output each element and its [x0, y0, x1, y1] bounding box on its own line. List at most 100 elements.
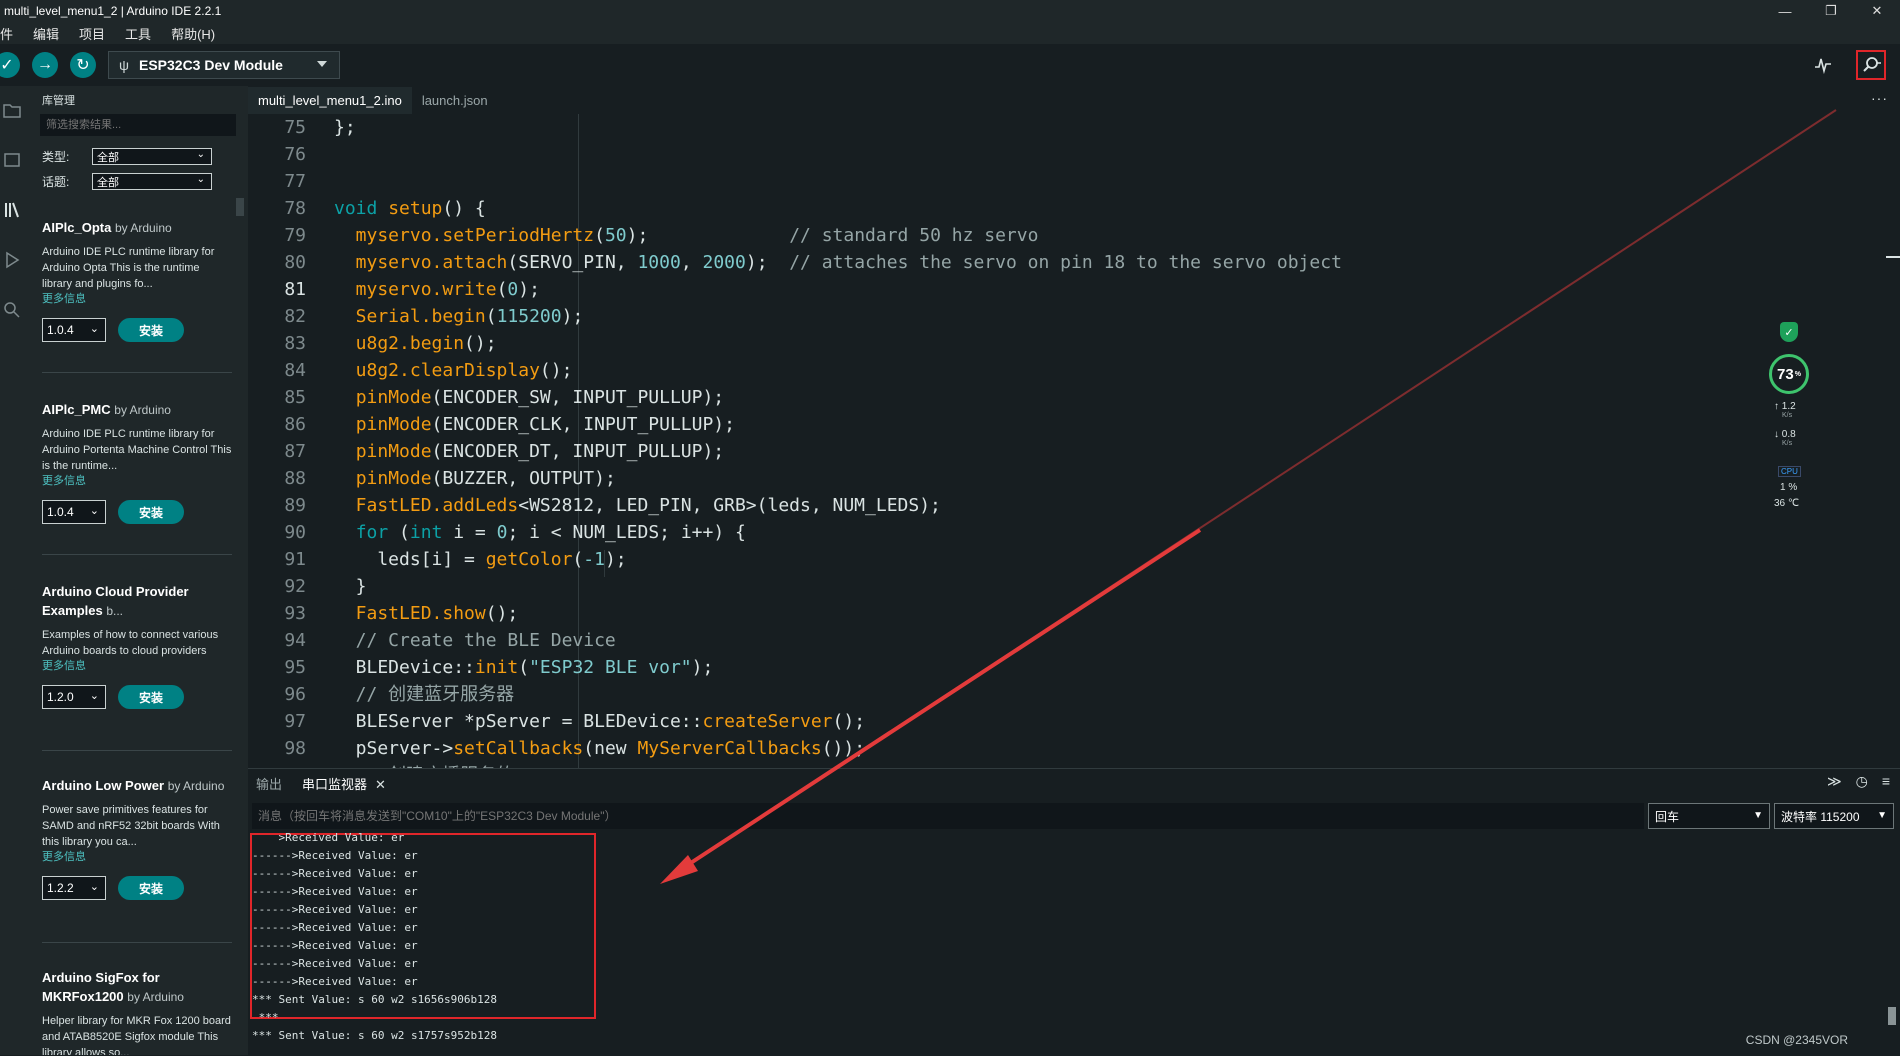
- library-manager-icon[interactable]: [2, 200, 22, 220]
- library-manager-panel: 库管理 类型: 全部 ⌄ 话题: 全部 ⌄ AIPlc_Opta by Arduin…: [28, 86, 248, 1055]
- serial-output: >Received Value: er ------>Received Value…: [248, 831, 1900, 1056]
- library-description: Examples of how to connect various Ardui…: [42, 629, 219, 657]
- serial-message-input[interactable]: [252, 803, 1644, 829]
- close-button[interactable]: ✕: [1854, 0, 1900, 22]
- upload-button[interactable]: →: [32, 52, 58, 78]
- serial-line: ------>Received Value: er: [252, 849, 418, 862]
- verify-button[interactable]: ✓: [0, 52, 20, 78]
- debug-button[interactable]: ↻: [70, 52, 96, 78]
- version-select[interactable]: 1.0.4 ⌄: [42, 500, 106, 524]
- tab-multi-level-menu[interactable]: multi_level_menu1_2.ino: [248, 86, 412, 114]
- more-info-link[interactable]: 更多信息: [42, 850, 232, 864]
- line-number: 87: [284, 441, 306, 462]
- debug-run-icon[interactable]: [2, 250, 22, 270]
- install-button[interactable]: 安装: [118, 876, 184, 900]
- code-token: BLEDevice::: [334, 657, 475, 678]
- code-token: ();: [464, 333, 497, 354]
- more-info-link[interactable]: 更多信息: [42, 292, 232, 306]
- library-description: Helper library for MKR Fox 1200 board an…: [42, 1015, 231, 1055]
- code-token: 0: [496, 522, 508, 543]
- tab-serial-monitor[interactable]: 串口监视器 ✕: [302, 774, 386, 793]
- type-select[interactable]: 全部 ⌄: [92, 148, 212, 165]
- menu-sketch[interactable]: 项目: [79, 24, 113, 43]
- caret-down-icon: ▼: [1877, 810, 1887, 821]
- library-item: AIPlc_Opta by Arduino Arduino IDE PLC ru…: [42, 218, 232, 342]
- menu-tools[interactable]: 工具: [125, 24, 159, 43]
- topic-select[interactable]: 全部 ⌄: [92, 173, 212, 190]
- library-name: AIPlc_PMC by Arduino: [42, 402, 171, 417]
- code-token: };: [334, 117, 356, 138]
- serial-line: ------>Received Value: er: [252, 867, 418, 880]
- install-button[interactable]: 安装: [118, 500, 184, 524]
- maximize-button[interactable]: ❐: [1808, 0, 1854, 22]
- code-text: pinMode(ENCODER_DT, INPUT_PULLUP);: [334, 438, 724, 465]
- type-label: 类型:: [42, 150, 70, 164]
- code-token: ());: [821, 738, 866, 759]
- version-select[interactable]: 1.0.4 ⌄: [42, 318, 106, 342]
- tab-output[interactable]: 输出: [256, 774, 282, 793]
- code-token: 115200: [496, 306, 562, 327]
- code-text: BLEDevice::init("ESP32 BLE vor");: [334, 654, 714, 681]
- code-token: ,: [680, 252, 703, 273]
- shield-icon: ✓: [1780, 322, 1798, 342]
- code-token: myservo.: [334, 225, 443, 246]
- serial-plotter-button[interactable]: [1808, 50, 1838, 80]
- code-text: u8g2.clearDisplay();: [334, 357, 573, 384]
- line-number: 77: [284, 171, 306, 192]
- board-selector[interactable]: ψ ESP32C3 Dev Module: [108, 51, 340, 79]
- panel-scrollbar[interactable]: [236, 198, 244, 216]
- check-icon: ✓: [0, 57, 14, 74]
- library-name: Arduino Cloud Provider Examples b...: [42, 584, 189, 618]
- line-number: 81: [284, 279, 306, 300]
- close-icon[interactable]: ✕: [375, 777, 386, 792]
- code-token: (new: [583, 738, 638, 759]
- output-scrollbar[interactable]: [1888, 1007, 1896, 1025]
- timestamp-icon[interactable]: ◷: [1856, 773, 1868, 790]
- clear-output-icon[interactable]: ≡: [1882, 773, 1890, 790]
- topic-label: 话题:: [42, 175, 70, 189]
- code-token: );: [561, 306, 584, 327]
- code-token: <WS2812, LED_PIN, GRB>(leds, NUM_LEDS);: [518, 495, 941, 516]
- code-editor[interactable]: 75}; 76 77 78 void setup() {79 myservo.setPe…: [248, 114, 1900, 768]
- install-button[interactable]: 安装: [118, 685, 184, 709]
- code-token: i =: [442, 522, 497, 543]
- serial-line: ------>Received Value: er: [252, 975, 418, 988]
- code-token: u8g2.: [334, 333, 410, 354]
- more-info-link[interactable]: 更多信息: [42, 474, 232, 488]
- line-number: 96: [284, 684, 306, 705]
- code-token: setPeriodHertz: [442, 225, 595, 246]
- baud-rate-select[interactable]: 波特率 115200 ▼: [1774, 803, 1894, 829]
- code-token: (ENCODER_SW, INPUT_PULLUP);: [431, 387, 725, 408]
- code-token: myservo.: [334, 279, 443, 300]
- minimize-button[interactable]: —: [1762, 0, 1808, 22]
- menu-edit[interactable]: 编辑: [33, 24, 67, 43]
- more-info-link[interactable]: 更多信息: [42, 659, 232, 673]
- tab-launch-json[interactable]: launch.json: [412, 86, 498, 114]
- more-icon[interactable]: ···: [1871, 90, 1888, 106]
- line-ending-select[interactable]: 回车 ▼: [1648, 803, 1770, 829]
- code-text: pServer->setCallbacks(new MyServerCallba…: [334, 735, 865, 762]
- autoscroll-icon[interactable]: ≫: [1827, 773, 1842, 790]
- boards-manager-icon[interactable]: [2, 150, 22, 170]
- code-text: myservo.setPeriodHertz(50); // standard …: [334, 222, 1039, 249]
- menu-file[interactable]: 件: [0, 24, 21, 43]
- cpu-label: CPU: [1778, 466, 1801, 477]
- code-token: pinMode: [355, 387, 432, 408]
- code-token: ();: [539, 360, 573, 381]
- code-token: -1: [583, 549, 605, 570]
- menu-help[interactable]: 帮助(H): [171, 24, 223, 43]
- library-search-input[interactable]: [40, 114, 236, 136]
- install-button[interactable]: 安装: [118, 318, 184, 342]
- code-text: // Create the BLE Device: [334, 627, 616, 654]
- line-number: 86: [284, 414, 306, 435]
- version-select[interactable]: 1.2.0 ⌄: [42, 685, 106, 709]
- serial-monitor-button[interactable]: [1856, 50, 1886, 80]
- version-select[interactable]: 1.2.2 ⌄: [42, 876, 106, 900]
- search-icon[interactable]: [2, 300, 22, 320]
- folder-icon[interactable]: [2, 100, 22, 120]
- code-token: 1000: [637, 252, 681, 273]
- line-number: 90: [284, 522, 306, 543]
- library-name: Arduino Low Power by Arduino: [42, 778, 225, 793]
